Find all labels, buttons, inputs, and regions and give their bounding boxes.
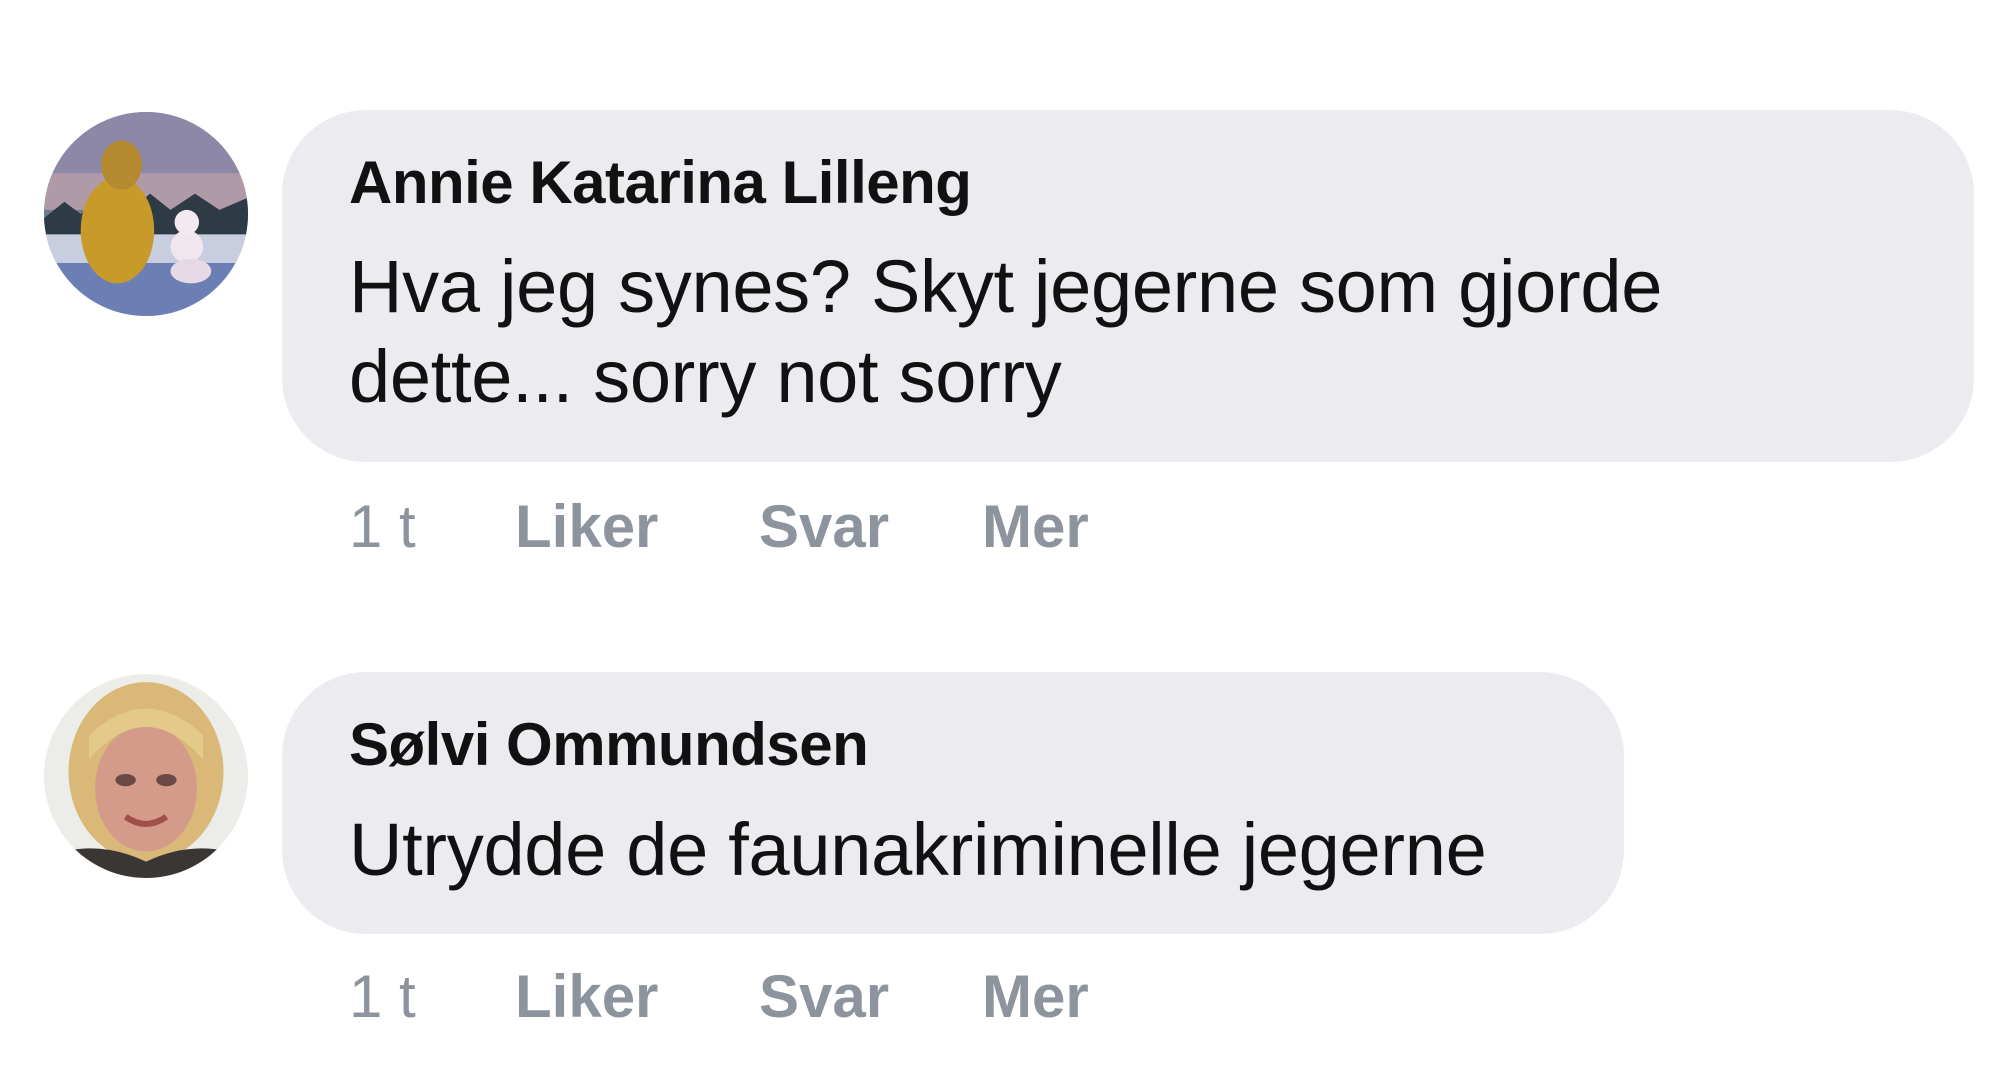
like-button[interactable]: Liker	[515, 492, 658, 561]
more-button[interactable]: Mer	[982, 962, 1089, 1031]
comment-timestamp[interactable]: 1 t	[349, 962, 416, 1031]
more-button[interactable]: Mer	[982, 492, 1089, 561]
comment-thread: Annie Katarina Lilleng Hva jeg synes? Sk…	[0, 0, 2000, 1072]
avatar[interactable]	[44, 674, 248, 878]
avatar[interactable]	[44, 112, 248, 316]
reply-button[interactable]: Svar	[759, 962, 889, 1031]
comment-timestamp[interactable]: 1 t	[349, 492, 416, 561]
comment-text: Utrydde de faunakriminelle jegerne	[349, 808, 1487, 891]
profile-photo-icon	[44, 674, 248, 878]
profile-photo-icon	[44, 112, 248, 316]
reply-button[interactable]: Svar	[759, 492, 889, 561]
comment-text: Hva jeg synes? Skyt jegerne som gjorde d…	[349, 245, 1663, 418]
comment-author-name[interactable]: Annie Katarina Lilleng	[349, 148, 972, 217]
comment-author-name[interactable]: Sølvi Ommundsen	[349, 710, 869, 779]
like-button[interactable]: Liker	[515, 962, 658, 1031]
